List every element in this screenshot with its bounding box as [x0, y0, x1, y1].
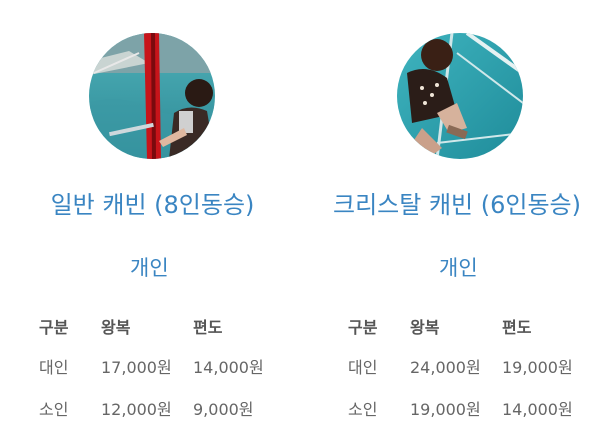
general-cabin-image-icon: [89, 33, 215, 159]
cabin-pricing-page: 일반 캐빈 (8인동승) 개인 구분 왕복 편도 대인 17,000원 14,0…: [0, 0, 609, 441]
table-cell: 19,000원: [410, 400, 481, 419]
crystal-cabin-title: 크리스탈 캐빈 (6인동승): [333, 191, 581, 219]
table-cell: 대인: [348, 358, 378, 377]
table-cell: 9,000원: [193, 400, 254, 419]
crystal-cabin-type-label: 개인: [439, 256, 478, 280]
general-cabin-price-table: 구분 왕복 편도 대인 17,000원 14,000원 소인 12,000원 9…: [39, 307, 273, 429]
general-cabin-type-label: 개인: [130, 256, 169, 280]
table-row: 대인 17,000원 14,000원: [39, 345, 273, 387]
table-row: 대인 24,000원 19,000원: [348, 345, 582, 387]
table-cell: 소인: [39, 400, 69, 419]
table-row: 소인 19,000원 14,000원: [348, 387, 582, 429]
table-cell: 14,000원: [193, 358, 264, 377]
table-header-row: 구분 왕복 편도: [348, 307, 582, 345]
table-cell: 17,000원: [101, 358, 172, 377]
crystal-cabin-photo: [397, 33, 523, 159]
column-header: 구분: [348, 318, 378, 337]
table-cell: 19,000원: [502, 358, 573, 377]
table-row: 소인 12,000원 9,000원: [39, 387, 273, 429]
table-cell: 24,000원: [410, 358, 481, 377]
column-header: 편도: [193, 318, 223, 337]
table-cell: 14,000원: [502, 400, 573, 419]
column-header: 편도: [502, 318, 532, 337]
table-header-row: 구분 왕복 편도: [39, 307, 273, 345]
column-header: 왕복: [101, 318, 131, 337]
column-header: 구분: [39, 318, 69, 337]
general-cabin-title: 일반 캐빈 (8인동승): [50, 191, 255, 219]
crystal-cabin-image-icon: [397, 33, 523, 159]
crystal-cabin-price-table: 구분 왕복 편도 대인 24,000원 19,000원 소인 19,000원 1…: [348, 307, 582, 429]
table-cell: 12,000원: [101, 400, 172, 419]
column-header: 왕복: [410, 318, 440, 337]
table-cell: 소인: [348, 400, 378, 419]
general-cabin-photo: [89, 33, 215, 159]
table-cell: 대인: [39, 358, 69, 377]
